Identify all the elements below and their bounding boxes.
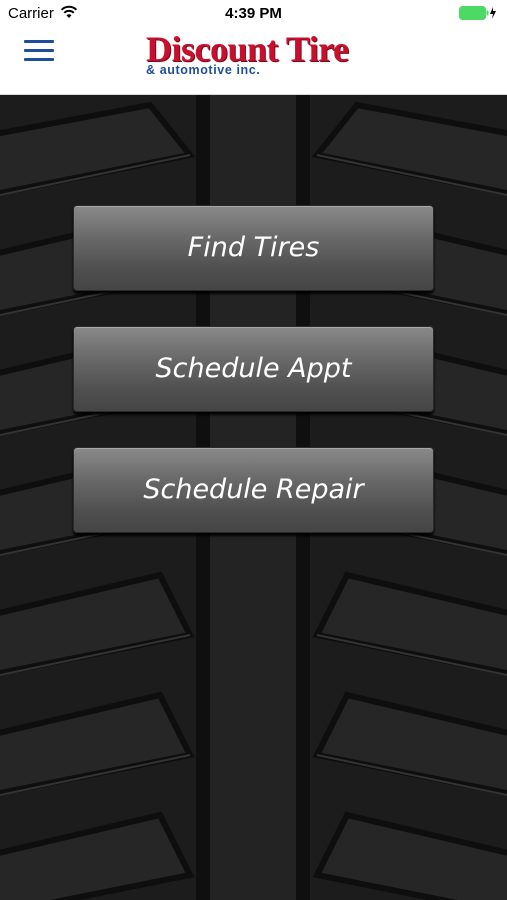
status-time: 4:39 PM xyxy=(225,5,282,22)
status-bar: Carrier 4:39 PM xyxy=(0,0,507,28)
logo-sub-text: & automotive inc. xyxy=(146,63,261,77)
battery-icon xyxy=(459,6,496,20)
discount-tire-logo: Discount Tire & automotive inc. xyxy=(142,28,367,82)
nav-bar: Discount Tire & automotive inc. xyxy=(0,28,507,95)
schedule-repair-button[interactable]: Schedule Repair xyxy=(73,447,434,533)
schedule-appt-button[interactable]: Schedule Appt xyxy=(73,326,434,412)
find-tires-button[interactable]: Find Tires xyxy=(73,205,434,291)
hamburger-menu-icon[interactable] xyxy=(24,40,54,66)
